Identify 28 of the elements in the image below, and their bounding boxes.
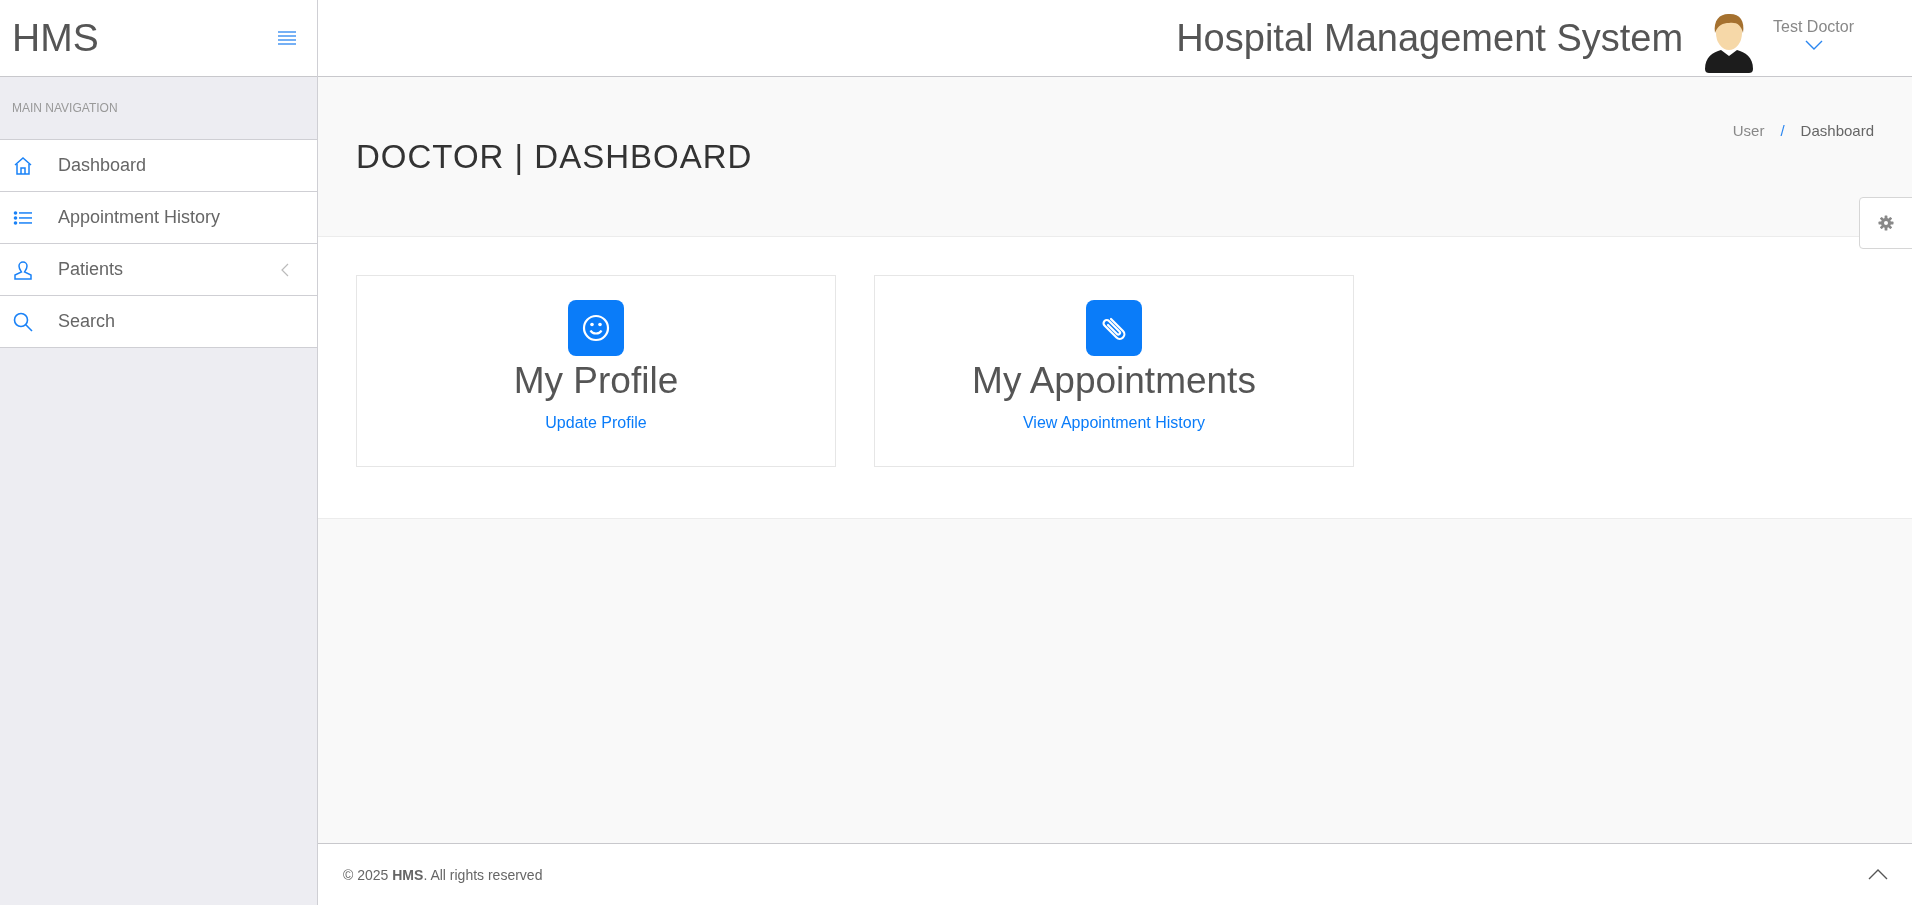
settings-icon bbox=[1878, 215, 1894, 231]
chevron-down-icon[interactable] bbox=[1804, 40, 1823, 50]
sidebar-item[interactable]: Patients bbox=[0, 243, 317, 295]
home-icon bbox=[12, 155, 34, 176]
section-label: MAIN NAVIGATION bbox=[12, 101, 118, 115]
chevron-left-icon bbox=[281, 262, 289, 277]
settings-button[interactable] bbox=[1859, 197, 1912, 249]
logo-text: HMS bbox=[12, 16, 99, 60]
smiley-icon bbox=[581, 313, 611, 343]
chevron-up-icon[interactable] bbox=[1868, 869, 1888, 880]
breadcrumb-item[interactable]: Dashboard bbox=[1800, 122, 1874, 139]
menu-icon[interactable] bbox=[277, 30, 297, 46]
breadcrumb-item[interactable]: User bbox=[1732, 122, 1765, 139]
card-link[interactable]: View Appointment History bbox=[1023, 414, 1205, 432]
sidebar-item[interactable]: Search bbox=[0, 295, 317, 347]
avatar-icon[interactable] bbox=[1703, 11, 1756, 73]
page-title: DOCTOR | DASHBOARD bbox=[356, 137, 753, 176]
card-link[interactable]: Update Profile bbox=[545, 414, 647, 432]
copyright-text: © 2025 HMS. All rights reserved bbox=[343, 866, 543, 883]
user-name[interactable]: Test Doctor bbox=[1773, 18, 1854, 36]
sidebar-item[interactable]: Appointment History bbox=[0, 191, 317, 243]
breadcrumb-separator: / bbox=[1780, 122, 1785, 139]
search-icon bbox=[12, 311, 34, 332]
sidebar-item[interactable]: Dashboard bbox=[0, 140, 317, 191]
user-icon bbox=[12, 259, 34, 280]
card-title: My Appointments bbox=[972, 360, 1256, 402]
app-title: Hospital Management System bbox=[1176, 16, 1684, 60]
card-title: My Profile bbox=[513, 360, 679, 402]
